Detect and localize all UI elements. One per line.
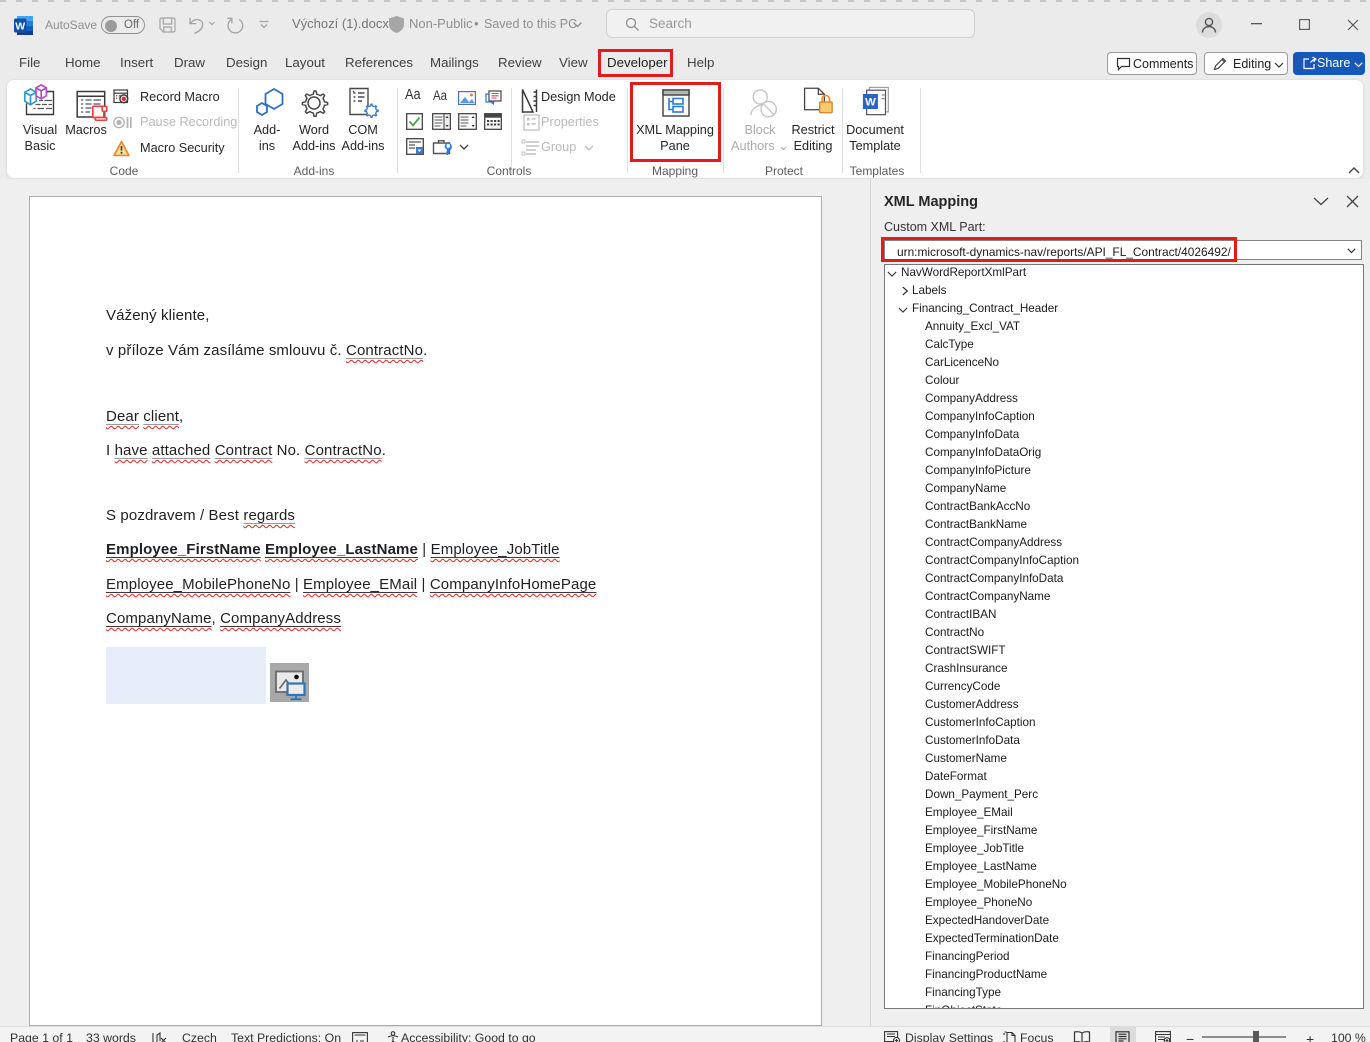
- svg-text:W: W: [865, 97, 876, 109]
- svg-text:W: W: [15, 21, 25, 33]
